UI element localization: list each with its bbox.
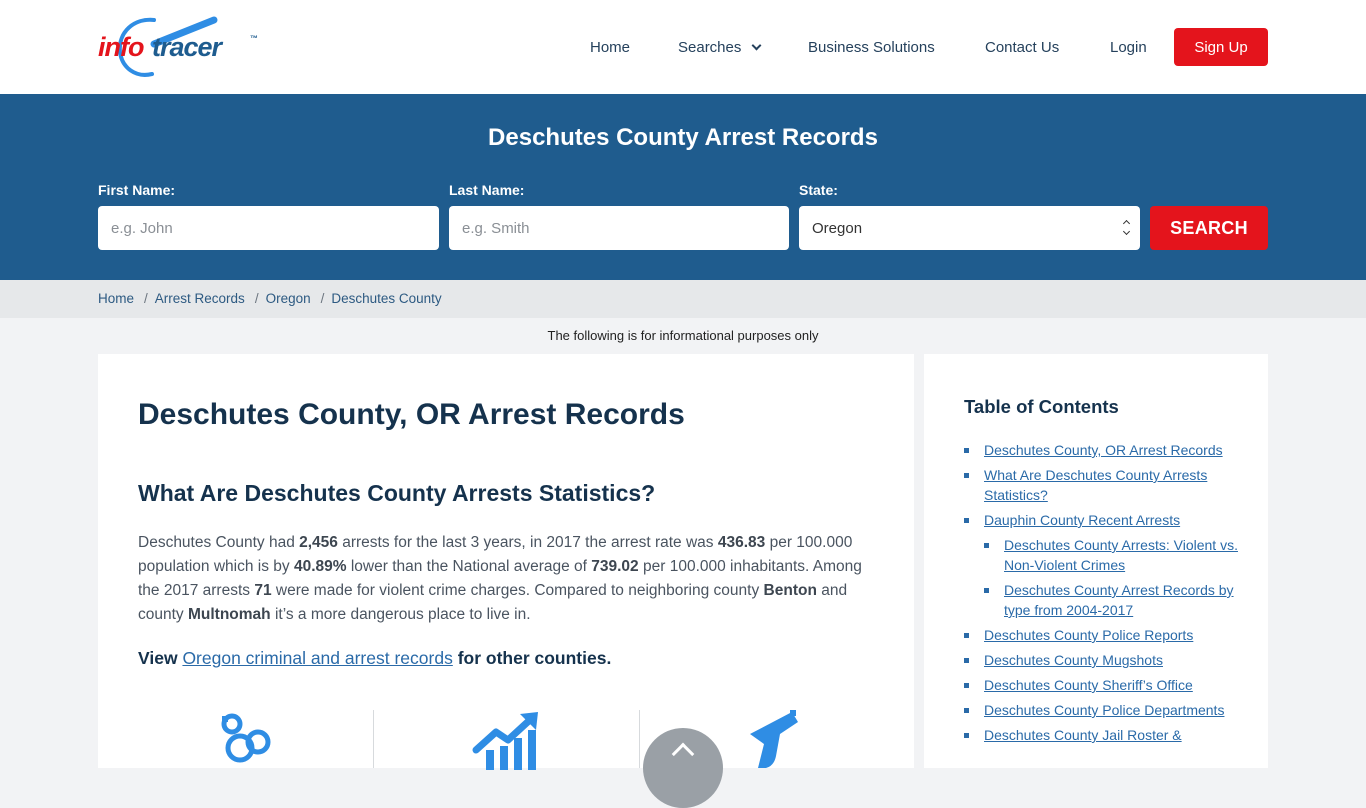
signup-button[interactable]: Sign Up: [1174, 28, 1268, 66]
logo-text-tracer: tracer: [152, 32, 222, 62]
nav-searches-label: Searches: [678, 38, 742, 56]
chevron-down-icon: [751, 40, 762, 50]
nav-contact-us[interactable]: Contact Us: [985, 28, 1059, 66]
page-title: Deschutes County, OR Arrest Records: [138, 398, 685, 431]
percent-lower: 40.89%: [293, 558, 347, 575]
statistics-heading: What Are Deschutes County Arrests Statis…: [138, 480, 656, 506]
breadcrumb-separator: /: [320, 291, 325, 306]
view-other-counties: View Oregon criminal and arrest records …: [138, 648, 612, 668]
toc-subitem[interactable]: Deschutes County Arrests: Violent vs. No…: [984, 535, 1244, 575]
breadcrumb-oregon[interactable]: Oregon: [266, 291, 311, 306]
toc-subitem[interactable]: Deschutes County Arrest Records by type …: [984, 580, 1244, 620]
toc-item[interactable]: Deschutes County Jail Roster &: [964, 725, 1244, 745]
table-of-contents-panel: Table of Contents Deschutes County, OR A…: [924, 354, 1268, 768]
last-name-label: Last Name:: [449, 182, 525, 198]
scroll-to-top-button[interactable]: [643, 728, 723, 808]
main-content-card: Deschutes County, OR Arrest Records What…: [98, 354, 914, 770]
arrest-rate: 436.83: [717, 534, 766, 551]
violent-arrests: 71: [254, 582, 272, 599]
breadcrumb: Home / Arrest Records / Oregon / Deschut…: [98, 291, 442, 306]
breadcrumb-bar: Home / Arrest Records / Oregon / Deschut…: [0, 280, 1366, 318]
state-select-value: Oregon: [812, 219, 863, 237]
state-label: State:: [799, 182, 838, 198]
breadcrumb-separator: /: [254, 291, 259, 306]
breadcrumb-current[interactable]: Deschutes County: [331, 291, 441, 306]
breadcrumb-separator: /: [144, 291, 148, 306]
select-updown-icon: [1123, 220, 1131, 236]
search-hero: Deschutes County Arrest Records First Na…: [0, 94, 1366, 280]
toc-item[interactable]: What Are Deschutes County Arrests Statis…: [964, 465, 1244, 505]
neighbor-county-2: Multnomah: [187, 606, 271, 623]
toc-title: Table of Contents: [964, 396, 1119, 417]
nav-searches[interactable]: Searches: [678, 28, 762, 66]
infotracer-logo[interactable]: info tracer ™: [96, 14, 266, 80]
stat-divider: [639, 710, 640, 768]
toc-item[interactable]: Deschutes County Police Reports: [964, 625, 1244, 645]
top-navbar: info tracer ™ Home Searches Business Sol…: [0, 0, 1366, 94]
last-name-input[interactable]: [449, 206, 789, 250]
breadcrumb-home[interactable]: Home: [98, 291, 134, 306]
arrests-count: 2,456: [299, 534, 338, 551]
toc-item[interactable]: Dauphin County Recent Arrests: [964, 510, 1244, 530]
neighbor-county-1: Benton: [763, 582, 817, 599]
oregon-records-link[interactable]: Oregon criminal and arrest records: [182, 648, 452, 668]
search-button[interactable]: SEARCH: [1150, 206, 1268, 250]
toc-list: Deschutes County, OR Arrest Records What…: [964, 440, 1244, 750]
hero-title: Deschutes County Arrest Records: [488, 124, 878, 151]
chart-growth-icon: [472, 710, 542, 775]
toc-item[interactable]: Deschutes County, OR Arrest Records: [964, 440, 1244, 460]
gun-icon: [740, 710, 804, 775]
handcuffs-icon: [212, 710, 272, 775]
statistics-paragraph: Deschutes County had 2,456 arrests for t…: [138, 534, 862, 623]
first-name-label: First Name:: [98, 182, 176, 198]
stat-divider: [373, 710, 374, 768]
nav-login[interactable]: Login: [1110, 28, 1147, 66]
logo-text-info: info: [98, 32, 144, 62]
national-average: 739.02: [591, 558, 639, 575]
toc-item[interactable]: Deschutes County Police Departments: [964, 700, 1244, 720]
nav-home[interactable]: Home: [590, 28, 630, 66]
toc-item[interactable]: Deschutes County Mugshots: [964, 650, 1244, 670]
state-select[interactable]: Oregon: [799, 206, 1140, 250]
logo-trademark: ™: [250, 34, 258, 43]
nav-business-solutions[interactable]: Business Solutions: [808, 28, 935, 66]
breadcrumb-arrest-records[interactable]: Arrest Records: [155, 291, 245, 306]
first-name-input[interactable]: [98, 206, 439, 250]
informational-note: The following is for informational purpo…: [547, 328, 819, 343]
toc-item[interactable]: Deschutes County Sheriff’s Office: [964, 675, 1244, 695]
